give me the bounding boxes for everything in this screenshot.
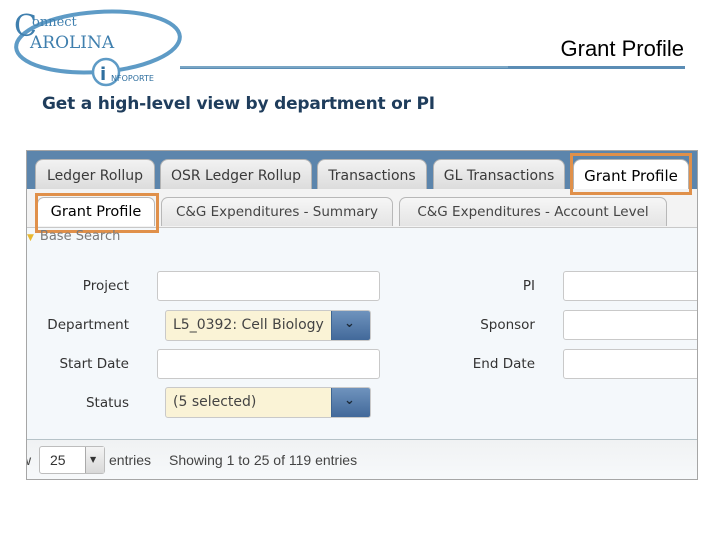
caret-down-icon: ▼ (90, 455, 97, 464)
status-label: Status (85, 395, 129, 411)
sponsor-label: Sponsor (480, 317, 535, 333)
subtab-grant-profile[interactable]: Grant Profile (37, 197, 155, 226)
chevron-down-icon: ⌄ (344, 316, 355, 331)
pi-label: PI (522, 278, 535, 294)
page-length-select[interactable]: 25 ▼ (39, 446, 105, 474)
department-value: L5_0392: Cell Biology (173, 317, 324, 333)
start-date-label: Start Date (59, 356, 129, 372)
project-label: Project (82, 278, 129, 294)
tab-osr-ledger-rollup[interactable]: OSR Ledger Rollup (160, 159, 312, 189)
app-window: Ledger Rollup OSR Ledger Rollup Transact… (26, 150, 698, 480)
end-date-label: End Date (472, 356, 535, 372)
pi-input[interactable] (563, 271, 697, 301)
collapse-triangle-icon: ▼ (27, 233, 34, 243)
page-title: Grant Profile (560, 36, 685, 61)
base-search-label: Base Search (39, 229, 121, 244)
tab-transactions[interactable]: Transactions (317, 159, 427, 189)
svg-text:AROLINA: AROLINA (29, 33, 115, 53)
svg-text:i: i (100, 64, 106, 85)
department-label: Department (47, 317, 129, 333)
tab-ledger-rollup[interactable]: Ledger Rollup (35, 159, 155, 189)
status-dropdown-button[interactable]: ⌄ (331, 388, 370, 417)
connect-carolina-logo: C onnect AROLINA i NFOPORTE (8, 4, 188, 90)
status-select[interactable]: (5 selected) ⌄ (165, 387, 371, 418)
show-label: w (27, 452, 31, 468)
start-date-input[interactable] (157, 349, 380, 379)
tab-grant-profile[interactable]: Grant Profile (573, 159, 689, 189)
subtab-cg-expenditures-account-level[interactable]: C&G Expenditures - Account Level (399, 197, 667, 226)
table-footer: w 25 ▼ entries Showing 1 to 25 of 119 en… (27, 439, 697, 479)
svg-text:NFOPORTE: NFOPORTE (111, 74, 154, 83)
entries-label: entries (109, 452, 152, 468)
department-dropdown-button[interactable]: ⌄ (331, 311, 370, 340)
header-rule (180, 66, 685, 69)
tab-gl-transactions[interactable]: GL Transactions (433, 159, 565, 189)
secondary-tab-bar: Grant Profile C&G Expenditures - Summary… (27, 189, 697, 228)
page-length-dropdown-button[interactable]: ▼ (85, 447, 104, 473)
status-value: (5 selected) (173, 394, 257, 410)
svg-text:onnect: onnect (32, 15, 78, 30)
subtab-cg-expenditures-summary[interactable]: C&G Expenditures - Summary (161, 197, 393, 226)
table-info: Showing 1 to 25 of 119 entries (169, 452, 358, 468)
sponsor-input[interactable] (563, 310, 697, 340)
department-select[interactable]: L5_0392: Cell Biology ⌄ (165, 310, 371, 341)
project-input[interactable] (157, 271, 380, 301)
chevron-down-icon: ⌄ (344, 393, 355, 408)
end-date-input[interactable] (563, 349, 697, 379)
base-search-toggle[interactable]: ▼ Base Search (27, 229, 120, 244)
page-subtitle: Get a high-level view by department or P… (42, 94, 435, 114)
primary-tab-bar: Ledger Rollup OSR Ledger Rollup Transact… (27, 151, 697, 189)
page-length-value: 25 (50, 452, 66, 468)
